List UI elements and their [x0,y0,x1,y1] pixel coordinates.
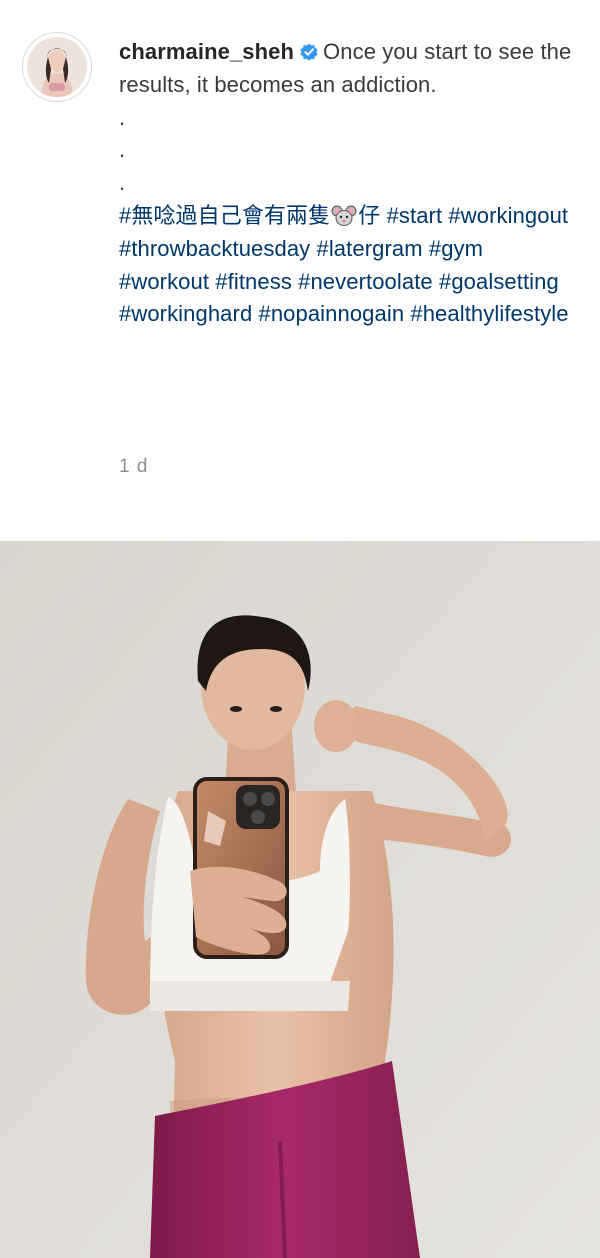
hashtag-link[interactable]: #start [387,203,443,228]
hashtag-link-chinese[interactable]: #無唸過自己會有兩隻 仔 [119,203,380,228]
post-photo [0,541,600,1258]
caption-dot: . [119,104,126,130]
caption-dot: . [119,170,126,196]
hashtag-link[interactable]: #workingout [448,203,568,228]
hashtag-link[interactable]: #workout [119,269,209,294]
mirror-selfie-image [0,541,600,1258]
post-timestamp[interactable]: 1 d [119,456,148,478]
avatar[interactable] [22,32,92,102]
hashtag-link[interactable]: #latergram [316,236,422,261]
hashtag-chinese-suffix: 仔 [358,202,381,228]
caption-dot: . [119,137,126,163]
hashtag-link[interactable]: #nopainnogain [259,301,405,326]
hashtag-link[interactable]: #goalsetting [439,269,559,294]
post-caption: charmaine_sheh Once you start to see the… [119,36,579,331]
hashtag-link[interactable]: #workinghard [119,301,252,326]
verified-badge-icon [300,43,318,61]
avatar-photo [24,34,90,100]
mouse-face-emoji [331,205,357,226]
hashtag-link[interactable]: #healthylifestyle [410,301,568,326]
hashtag-list: #無唸過自己會有兩隻 仔 #start #workingout #throwba… [119,200,579,331]
hashtag-link[interactable]: #nevertoolate [298,269,433,294]
post-caption-section: charmaine_sheh Once you start to see the… [0,0,600,540]
hashtag-chinese-prefix: #無唸過自己會有兩隻 [119,202,331,228]
hashtag-link[interactable]: #fitness [215,269,292,294]
hashtag-link[interactable]: #gym [429,236,483,261]
username-link[interactable]: charmaine_sheh [119,39,294,64]
hashtag-link[interactable]: #throwbacktuesday [119,236,310,261]
